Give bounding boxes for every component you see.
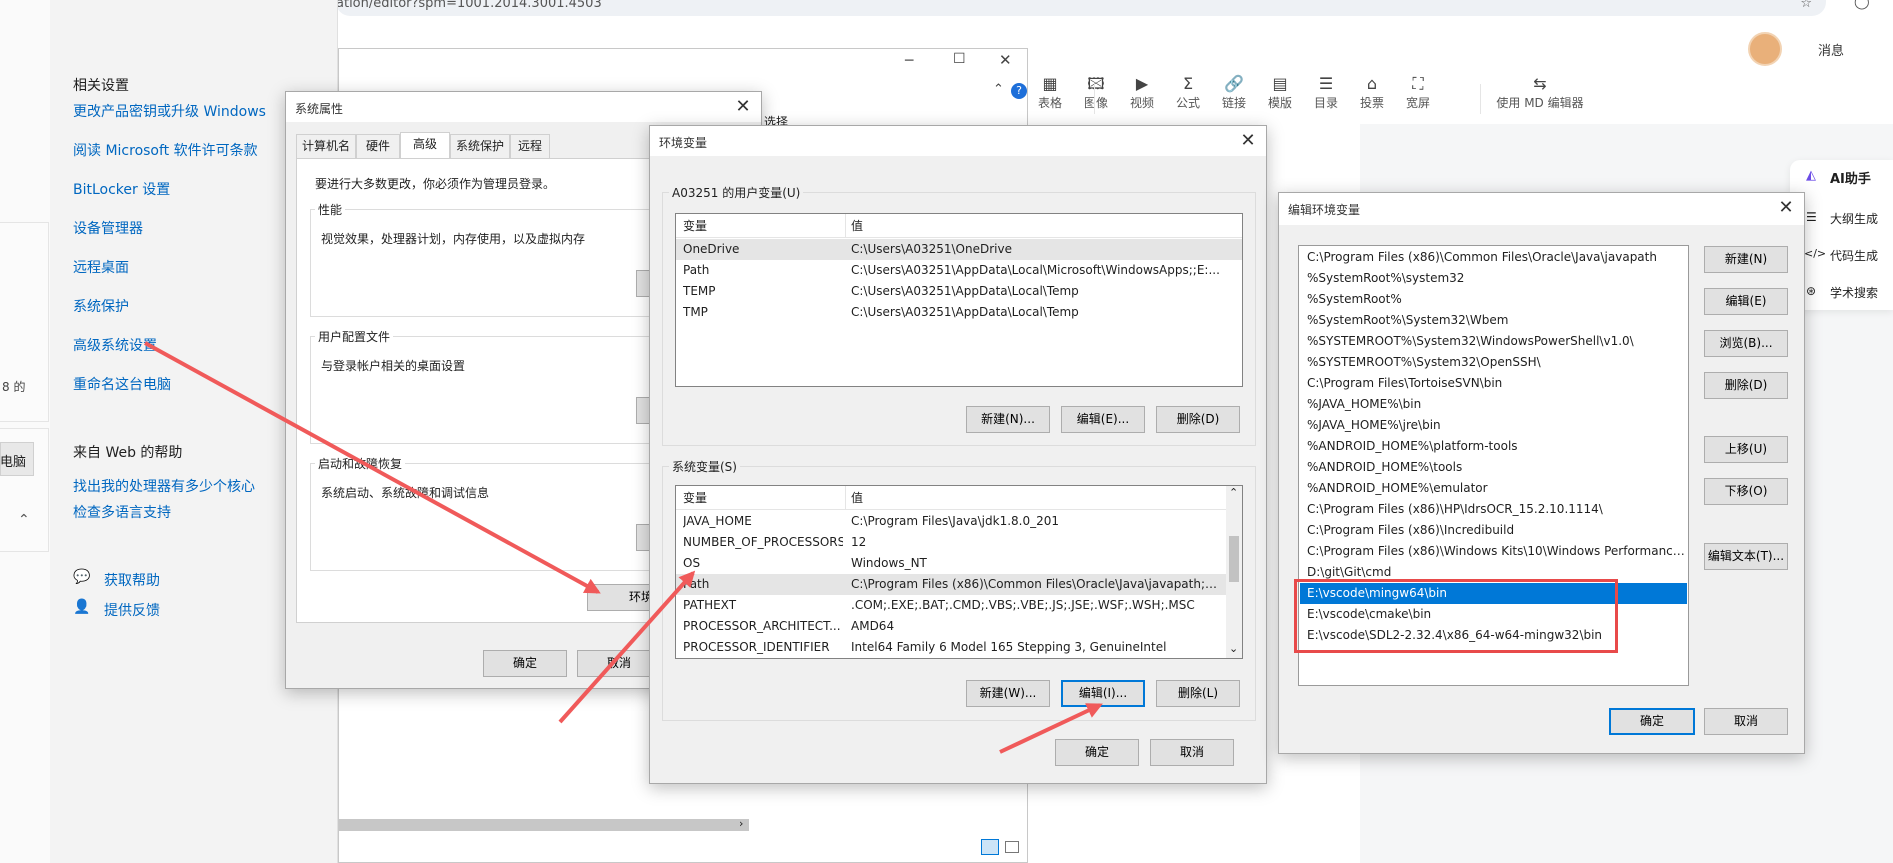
arrow-to-edit-button [999,703,1103,754]
annotation-arrows [144,341,1103,754]
arrow-to-env-button [144,341,601,594]
arrow-to-path-row [558,570,696,724]
